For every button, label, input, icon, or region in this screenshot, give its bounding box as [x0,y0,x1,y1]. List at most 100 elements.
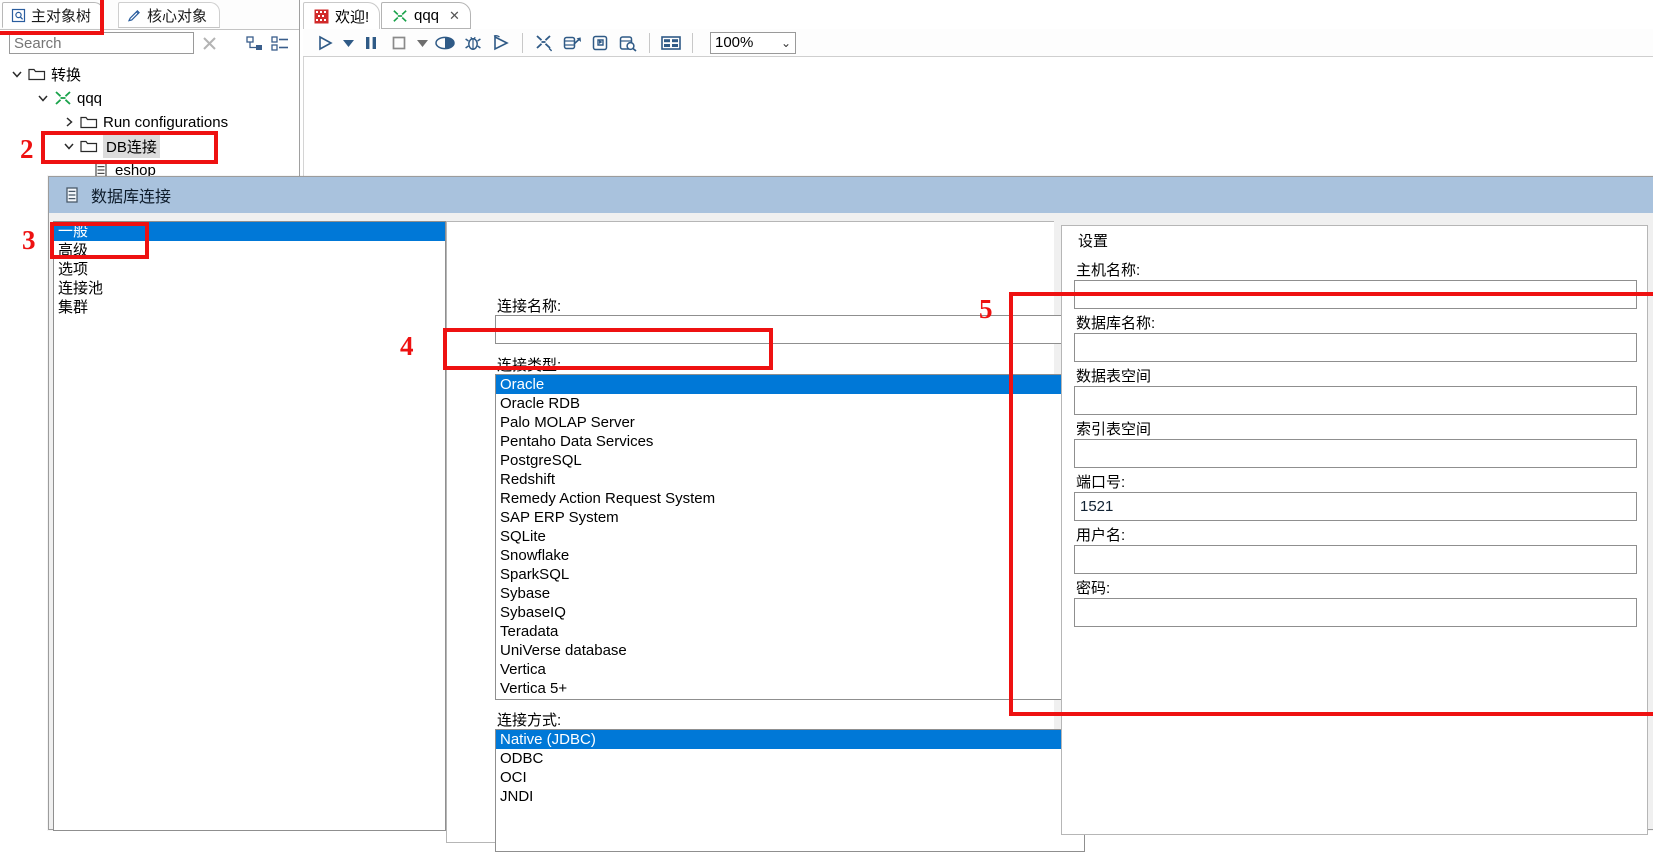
connection-name-input[interactable] [495,315,1115,344]
zoom-combobox[interactable]: 100% ⌄ [710,31,796,54]
tab-label: 核心对象 [147,7,208,25]
tree-item-run-configurations[interactable]: Run configurations [0,110,299,134]
username-input[interactable] [1074,545,1637,574]
sql-icon[interactable] [586,31,614,55]
list-item[interactable]: Vertica 5+ [496,679,1066,698]
port-number-label: 端口号: [1076,474,1126,491]
grid-icon[interactable] [657,31,685,55]
run-dropdown-icon[interactable] [339,31,357,55]
chevron-down-icon[interactable] [36,91,50,105]
data-tablespace-field-wrap [1074,386,1637,415]
list-item[interactable]: Palo MOLAP Server [496,413,1066,432]
index-tablespace-field-wrap [1074,439,1637,468]
chevron-down-icon[interactable]: ⌄ [781,36,791,50]
list-item[interactable]: Redshift [496,470,1066,489]
tree-item-transformations[interactable]: 转换 [0,62,299,86]
list-item[interactable]: Native (JDBC) [496,730,1084,749]
category-item-pooling[interactable]: 连接池 [54,279,445,298]
category-list[interactable]: 一般 高级 选项 连接池 集群 [53,221,446,831]
chevron-right-icon[interactable] [62,115,76,129]
replay-icon[interactable] [487,31,515,55]
tab-welcome[interactable]: 欢迎! [303,2,381,29]
tree-item-label: 转换 [51,66,82,84]
category-item-options[interactable]: 选项 [54,260,445,279]
tree-item-label: DB连接 [103,134,160,158]
tree-item-db-connections[interactable]: DB连接 [0,134,299,158]
list-item[interactable]: Vertica [496,660,1066,679]
list-item[interactable]: SybaseIQ [496,603,1066,622]
category-item-advanced[interactable]: 高级 [54,241,445,260]
annotation-number-5: 5 [979,294,993,324]
host-name-field-wrap [1074,280,1637,309]
category-item-clustering[interactable]: 集群 [54,298,445,317]
folder-icon [28,66,46,82]
zoom-value: 100% [715,34,754,51]
close-icon[interactable]: ✕ [449,8,460,24]
data-tablespace-input[interactable] [1074,386,1637,415]
list-item[interactable]: Sybase [496,584,1066,603]
list-item[interactable]: OCI [496,768,1084,787]
collapse-all-icon[interactable] [245,34,265,54]
database-icon [63,186,81,204]
stop-dropdown-icon[interactable] [413,31,431,55]
tab-core-objects[interactable]: 核心对象 [118,2,221,28]
clear-icon[interactable] [200,34,219,53]
index-tablespace-input[interactable] [1074,439,1637,468]
dialog-titlebar: 数据库连接 [49,177,1653,213]
host-name-input[interactable] [1074,280,1637,309]
access-method-list[interactable]: Native (JDBC) ODBC OCI JNDI [495,729,1085,852]
database-name-label: 数据库名称: [1076,315,1156,332]
transformation-settings-icon[interactable] [530,31,558,55]
pause-icon[interactable] [357,31,385,55]
list-item[interactable]: Pentaho Data Services [496,432,1066,451]
folder-icon [80,114,98,130]
list-item[interactable]: SAP ERP System [496,508,1066,527]
database-name-input[interactable] [1074,333,1637,362]
list-item[interactable]: SQLite [496,527,1066,546]
dialog-body: 一般 高级 选项 连接池 集群 连接名称: 连接类型: Oracle Oracl… [49,213,1653,852]
tree-item-label: qqq [77,89,103,107]
list-item[interactable]: JNDI [496,787,1084,806]
toolbar-separator [692,32,693,53]
password-label: 密码: [1076,580,1111,597]
object-tree-icon [11,8,26,23]
connection-type-label: 连接类型: [497,357,562,374]
welcome-icon [314,9,329,24]
debug-icon[interactable] [459,31,487,55]
chevron-down-icon[interactable] [10,67,24,81]
expand-all-icon[interactable] [270,34,290,54]
dialog-title: 数据库连接 [91,189,172,206]
run-icon[interactable] [311,31,339,55]
list-item[interactable]: Snowflake [496,546,1066,565]
chevron-down-icon[interactable] [62,139,76,153]
password-input[interactable] [1074,598,1637,627]
list-item[interactable]: ODBC [496,749,1084,768]
list-item[interactable]: UniVerse database [496,641,1066,660]
connection-name-field-wrap [495,315,1115,344]
database-name-field-wrap [1074,333,1637,362]
connection-type-list[interactable]: Oracle Oracle RDB Palo MOLAP Server Pent… [495,374,1067,700]
tab-main-object-tree[interactable]: 主对象树 [2,2,105,28]
show-impact-icon[interactable] [558,31,586,55]
tab-qqq[interactable]: qqq ✕ [381,2,471,29]
tab-label: qqq [414,7,440,24]
port-number-input[interactable] [1074,492,1637,521]
search-input[interactable] [9,32,194,54]
list-item[interactable]: Teradata [496,622,1066,641]
host-name-label: 主机名称: [1076,262,1141,279]
tree-item-qqq[interactable]: qqq [0,86,299,110]
preview-icon[interactable] [431,31,459,55]
port-number-field-wrap [1074,492,1637,521]
list-item[interactable]: Oracle [496,375,1066,394]
settings-legend: 设置 [1074,230,1113,251]
category-item-general[interactable]: 一般 [54,222,445,241]
stop-icon[interactable] [385,31,413,55]
annotation-number-3: 3 [22,225,36,255]
list-item[interactable]: Oracle RDB [496,394,1066,413]
explore-db-icon[interactable] [614,31,642,55]
tree-item-label: Run configurations [103,113,229,131]
list-item[interactable]: Remedy Action Request System [496,489,1066,508]
list-item[interactable]: SparkSQL [496,565,1066,584]
list-item[interactable]: PostgreSQL [496,451,1066,470]
object-tree[interactable]: 转换 qqq Run configurations DB连接 eshop [0,62,299,182]
